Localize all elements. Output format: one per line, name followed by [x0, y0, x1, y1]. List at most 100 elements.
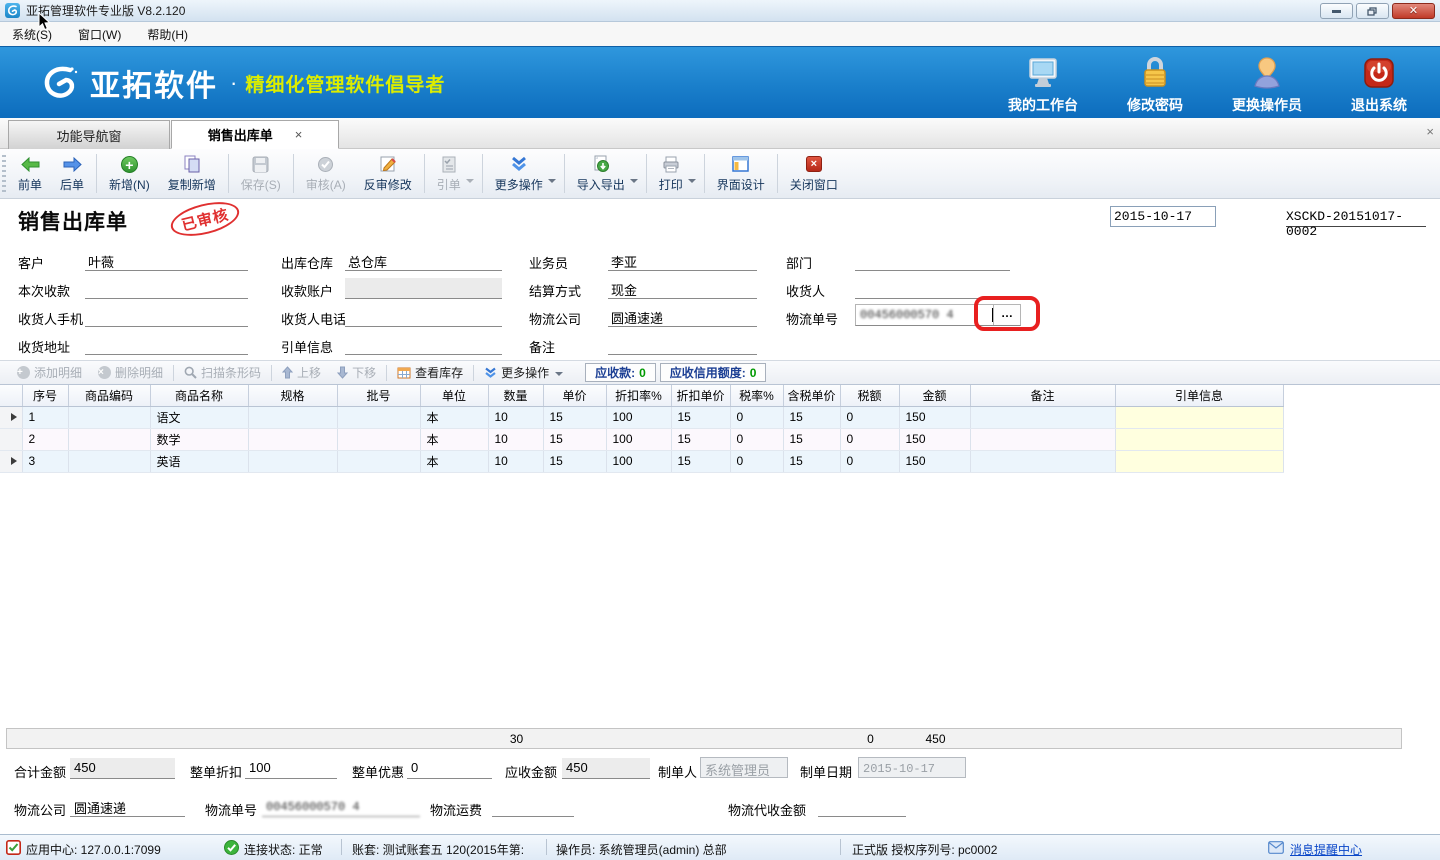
col-discount-price[interactable]: 折扣单价: [671, 385, 730, 406]
col-tax[interactable]: 税额: [840, 385, 899, 406]
copy-new-button[interactable]: 复制新增: [159, 149, 225, 198]
consignee-label: 收货人: [786, 281, 825, 300]
pull-order-button[interactable]: 引单: [428, 149, 470, 198]
phone-label: 收货人电话: [281, 309, 346, 328]
col-qty[interactable]: 数量: [488, 385, 543, 406]
account-set-status: 账套: 测试账套五 120(2015年第:: [352, 841, 524, 858]
col-code[interactable]: 商品编码: [68, 385, 150, 406]
phone-field[interactable]: [345, 306, 502, 327]
add-row-button[interactable]: + 添加明细: [9, 363, 90, 383]
maker-label: 制单人: [658, 762, 697, 781]
pull-order-icon: [441, 155, 457, 173]
customer-field[interactable]: 叶薇: [85, 250, 248, 271]
warehouse-field[interactable]: 总仓库: [345, 250, 502, 271]
preferential-field[interactable]: 0: [407, 758, 492, 779]
menu-window[interactable]: 窗口(W): [78, 26, 121, 43]
menu-help[interactable]: 帮助(H): [147, 26, 188, 43]
print-dropdown-icon[interactable]: [688, 179, 696, 183]
exit-system-button[interactable]: 退出系统: [1336, 55, 1422, 115]
col-name[interactable]: 商品名称: [150, 385, 248, 406]
settle-field[interactable]: 现金: [608, 278, 757, 299]
freight-label: 物流运费: [430, 800, 482, 819]
brand-block: 亚拓软件 · 精细化管理软件倡导者: [38, 61, 445, 105]
close-button[interactable]: ✕: [1392, 3, 1435, 19]
payment-label: 本次收款: [18, 281, 70, 300]
col-tax-price[interactable]: 含税单价: [783, 385, 840, 406]
connection-ok-icon: [224, 840, 239, 855]
save-button[interactable]: 保存(S): [232, 149, 290, 198]
col-ref[interactable]: 引单信息: [1115, 385, 1283, 406]
col-spec[interactable]: 规格: [248, 385, 337, 406]
my-workbench-button[interactable]: 我的工作台: [1000, 55, 1086, 115]
address-field[interactable]: [85, 334, 248, 355]
restore-button[interactable]: [1356, 3, 1389, 19]
footer-logistics-field[interactable]: 圆通速递: [70, 796, 185, 817]
switch-operator-button[interactable]: 更换操作员: [1224, 55, 1310, 115]
footer-logistics-label: 物流公司: [14, 800, 66, 819]
view-stock-icon: [397, 367, 411, 379]
print-button[interactable]: 打印: [650, 149, 692, 198]
move-up-icon: [282, 366, 293, 379]
footer-tracking-field[interactable]: 00456000570 4: [262, 796, 420, 817]
new-button[interactable]: + 新增(N): [100, 149, 159, 198]
tab-close-icon[interactable]: ×: [295, 127, 303, 142]
col-tax-rate[interactable]: 税率%: [730, 385, 783, 406]
department-field[interactable]: [855, 250, 1010, 271]
col-batch[interactable]: 批号: [337, 385, 420, 406]
table-row[interactable]: 1语文 本 1015100 15015 0150: [0, 406, 1283, 428]
view-stock-button[interactable]: 查看库存: [389, 363, 471, 383]
pull-order-dropdown-icon[interactable]: [466, 179, 474, 183]
cod-field[interactable]: [818, 796, 906, 817]
freight-field[interactable]: [492, 796, 574, 817]
receivable-amount-field: 450: [562, 758, 650, 779]
page-title: 销售出库单: [18, 206, 128, 236]
col-price[interactable]: 单价: [543, 385, 606, 406]
doc-date-input[interactable]: 2015-10-17: [1110, 206, 1216, 227]
settle-label: 结算方式: [529, 281, 581, 300]
col-unit[interactable]: 单位: [420, 385, 488, 406]
close-window-button[interactable]: × 关闭窗口: [781, 149, 847, 198]
prev-order-button[interactable]: 前单: [9, 149, 51, 198]
brand-logo-icon: [38, 62, 80, 104]
col-discount-rate[interactable]: 折扣率%: [606, 385, 671, 406]
salesman-field[interactable]: 李亚: [608, 250, 757, 271]
envelope-icon: [1268, 841, 1284, 854]
import-export-dropdown-icon[interactable]: [630, 179, 638, 183]
table-row[interactable]: 2数学 本 1015100 15015 0150: [0, 428, 1283, 450]
barcode-scan-button[interactable]: 扫描条形码: [176, 363, 269, 383]
col-amount[interactable]: 金额: [899, 385, 970, 406]
summary-amount: 450: [900, 732, 971, 746]
move-up-button[interactable]: 上移: [274, 363, 329, 383]
cod-label: 物流代收金额: [728, 800, 806, 819]
minimize-button[interactable]: [1320, 3, 1353, 19]
whole-discount-field[interactable]: 100: [245, 758, 337, 779]
next-order-button[interactable]: 后单: [51, 149, 93, 198]
tabstrip-close-icon[interactable]: ×: [1426, 124, 1434, 139]
col-no[interactable]: 序号: [22, 385, 68, 406]
tab-sales-outbound[interactable]: 销售出库单 ×: [171, 120, 339, 149]
ref-info-field[interactable]: [345, 334, 502, 355]
delete-row-button[interactable]: × 删除明细: [90, 363, 171, 383]
tab-function-nav[interactable]: 功能导航窗: [8, 120, 170, 149]
ui-design-button[interactable]: 界面设计: [708, 149, 774, 198]
more-actions-dropdown-icon[interactable]: [548, 179, 556, 183]
reverse-approve-button[interactable]: 反审修改: [355, 149, 421, 198]
more-actions-button[interactable]: 更多操作: [486, 149, 552, 198]
change-password-button[interactable]: 修改密码: [1112, 55, 1198, 115]
message-center-link[interactable]: 消息提醒中心: [1290, 841, 1362, 858]
col-remark[interactable]: 备注: [970, 385, 1115, 406]
logistics-field[interactable]: 圆通速递: [608, 306, 757, 327]
remark-field[interactable]: [608, 334, 757, 355]
approve-button[interactable]: 审核(A): [297, 149, 355, 198]
power-icon: [1363, 55, 1395, 91]
import-export-button[interactable]: 导入导出: [568, 149, 634, 198]
title-bar: 亚拓管理软件专业版 V8.2.120 ✕: [0, 0, 1440, 22]
detail-more-dropdown-icon[interactable]: [555, 372, 563, 376]
make-date-label: 制单日期: [800, 762, 852, 781]
approve-icon: [317, 155, 334, 173]
mobile-field[interactable]: [85, 306, 248, 327]
move-down-button[interactable]: 下移: [329, 363, 384, 383]
payment-field[interactable]: [85, 278, 248, 299]
detail-more-actions-button[interactable]: 更多操作: [476, 363, 571, 383]
table-row[interactable]: 3英语 本 1015100 15015 0150: [0, 450, 1283, 472]
